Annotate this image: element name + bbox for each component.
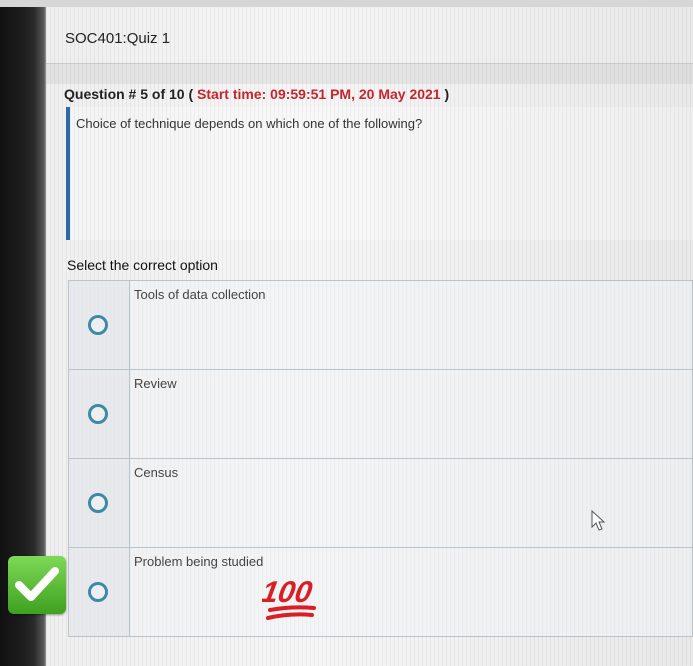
start-time: Start time: 09:59:51 PM, 20 May 2021 bbox=[197, 86, 441, 102]
header-band bbox=[46, 64, 693, 84]
option-radio-cell bbox=[69, 281, 130, 369]
option-row-2[interactable]: Review bbox=[68, 369, 693, 458]
radio-button[interactable] bbox=[88, 315, 108, 335]
question-box: Choice of technique depends on which one… bbox=[66, 107, 693, 240]
select-option-label: Select the correct option bbox=[67, 257, 218, 273]
quiz-title: SOC401:Quiz 1 bbox=[65, 30, 171, 47]
option-label: Census bbox=[134, 465, 179, 480]
option-label: Review bbox=[134, 376, 177, 391]
green-check-icon bbox=[8, 556, 66, 614]
question-text: Choice of technique depends on which one… bbox=[76, 116, 423, 131]
checkmark-icon bbox=[15, 567, 59, 601]
option-radio-cell bbox=[69, 370, 130, 458]
radio-button[interactable] bbox=[88, 493, 108, 513]
option-row-1[interactable]: Tools of data collection bbox=[68, 280, 693, 369]
options-table: Tools of data collection Review Census P… bbox=[68, 280, 693, 637]
option-label: Tools of data collection bbox=[134, 287, 266, 302]
hundred-text: 100 bbox=[262, 576, 315, 609]
question-header-close: ) bbox=[440, 86, 450, 102]
radio-button[interactable] bbox=[88, 582, 108, 602]
radio-button[interactable] bbox=[88, 404, 108, 424]
question-number: Question # 5 of 10 ( bbox=[64, 86, 198, 102]
hundred-points-icon: 100 bbox=[262, 576, 316, 620]
option-row-4[interactable]: Problem being studied bbox=[68, 547, 693, 637]
monitor-top-edge bbox=[0, 0, 693, 7]
option-label: Problem being studied bbox=[134, 554, 264, 569]
mouse-cursor-icon bbox=[591, 510, 606, 531]
title-bar: SOC401:Quiz 1 bbox=[46, 21, 693, 64]
option-row-3[interactable]: Census bbox=[68, 458, 693, 547]
option-radio-cell bbox=[69, 459, 130, 547]
option-radio-cell bbox=[69, 548, 130, 636]
question-header: Question # 5 of 10 ( Start time: 09:59:5… bbox=[64, 86, 449, 102]
quiz-screen: SOC401:Quiz 1 Question # 5 of 10 ( Start… bbox=[46, 7, 693, 666]
